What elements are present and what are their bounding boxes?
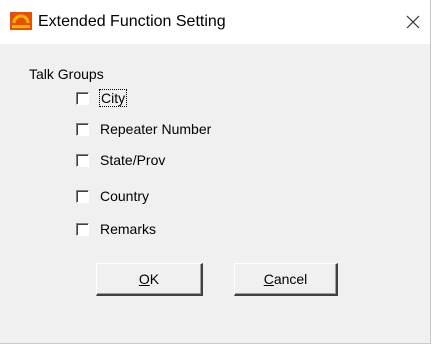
window-title: Extended Function Setting: [38, 13, 226, 30]
country-checkbox[interactable]: [76, 189, 89, 203]
city-label: City: [98, 89, 128, 107]
ok-button[interactable]: OK: [96, 263, 203, 296]
remarks-label: Remarks: [100, 221, 157, 237]
remarks-checkbox[interactable]: [76, 222, 89, 236]
city-checkbox[interactable]: [76, 91, 89, 105]
repeater-number-checkbox[interactable]: [76, 122, 89, 136]
option-repeater-number[interactable]: Repeater Number: [76, 119, 211, 139]
ok-label-rest: K: [149, 271, 160, 287]
title-bar[interactable]: Extended Function Setting: [0, 0, 430, 44]
cancel-label-rest: ancel: [273, 271, 308, 287]
option-country[interactable]: Country: [76, 186, 149, 206]
close-button[interactable]: [398, 8, 428, 36]
cancel-button[interactable]: Cancel: [234, 263, 338, 296]
ok-mnemonic: O: [138, 271, 150, 287]
close-icon: [406, 15, 420, 29]
option-city[interactable]: City: [76, 88, 128, 108]
repeater-number-label: Repeater Number: [100, 121, 212, 137]
option-state-prov[interactable]: State/Prov: [76, 150, 165, 170]
cancel-mnemonic: C: [263, 271, 274, 287]
extended-function-dialog: Extended Function Setting Talk Groups Ci…: [0, 0, 431, 344]
state-prov-label: State/Prov: [100, 152, 166, 168]
talk-groups-label: Talk Groups: [29, 66, 104, 82]
app-logo-icon: [10, 12, 32, 30]
country-label: Country: [100, 188, 150, 204]
option-remarks[interactable]: Remarks: [76, 219, 156, 239]
state-prov-checkbox[interactable]: [76, 153, 89, 167]
